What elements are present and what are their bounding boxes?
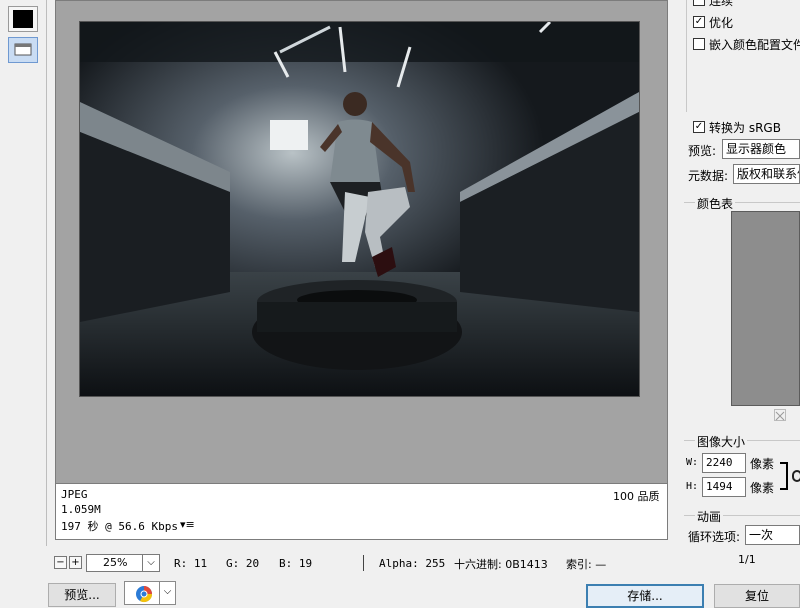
preview-label: 预览: (688, 144, 717, 158)
width-unit: 像素 (750, 457, 775, 471)
convert-srgb-label: 转换为 sRGB (709, 121, 781, 135)
browser-preview-select[interactable]: ⌵ (124, 581, 176, 605)
metadata-select[interactable]: 版权和联系信息 (733, 164, 800, 184)
slice-icon (14, 43, 32, 56)
download-time-text: 197 秒 @ 56.6 Kbps (61, 520, 178, 533)
embed-profile-checkbox[interactable] (693, 38, 705, 50)
frame-counter: 1/1 (738, 553, 756, 566)
image-size-label: 图像大小 (695, 433, 748, 450)
height-label: H: (686, 481, 699, 492)
loop-options-select[interactable]: 一次 (745, 525, 800, 545)
eyedropper-color-swatch[interactable] (8, 6, 38, 32)
quality-text: 100 品质 (613, 490, 660, 503)
color-table-label: 颜色表 (695, 195, 736, 212)
height-input[interactable]: 1494 (702, 477, 746, 497)
blue-value: B: 19 (279, 557, 313, 570)
preview-select[interactable]: 显示器颜色 (722, 139, 800, 159)
preview-image (79, 21, 640, 397)
tool-strip (0, 0, 47, 546)
info-menu-icon[interactable]: ▾≡ (180, 518, 195, 531)
embed-profile-label: 嵌入颜色配置文件 (709, 38, 800, 52)
zoom-in-button[interactable]: + (69, 556, 82, 569)
optimization-info-panel: JPEG 1.059M 197 秒 @ 56.6 Kbps ▾≡ 100 品质 (55, 484, 668, 540)
file-size-text: 1.059M (61, 503, 101, 516)
link-icon[interactable] (792, 470, 800, 482)
optimize-checkbox[interactable]: ✓ (693, 16, 705, 28)
animation-label: 动画 (695, 508, 724, 525)
browser-icon (136, 586, 153, 603)
status-separator (363, 555, 364, 571)
height-unit: 像素 (750, 481, 775, 495)
chevron-down-icon: ⌵ (142, 555, 159, 571)
color-table[interactable] (731, 211, 800, 406)
constrain-proportions-bracket (780, 462, 788, 490)
chevron-down-icon: ⌵ (159, 582, 175, 604)
interlace-checkbox[interactable] (693, 0, 705, 6)
zoom-value: 25% (103, 556, 128, 569)
preview-button[interactable]: 预览... (48, 583, 116, 607)
width-input[interactable]: 2240 (702, 453, 746, 473)
optimize-label: 优化 (709, 16, 734, 30)
settings-group-border (686, 0, 687, 112)
hex-value: 十六进制: 0B1413 (454, 558, 548, 571)
convert-srgb-checkbox[interactable]: ✓ (693, 121, 705, 133)
green-value: G: 20 (226, 557, 260, 570)
index-value: 索引: — (566, 558, 607, 571)
red-value: R: 11 (174, 557, 208, 570)
width-label: W: (686, 457, 699, 468)
interlace-label: 连续 (709, 0, 734, 8)
format-text: JPEG (61, 488, 88, 501)
zoom-out-button[interactable]: − (54, 556, 67, 569)
zoom-select[interactable]: 25% ⌵ (86, 554, 160, 572)
metadata-label: 元数据: (688, 169, 729, 183)
alpha-value: Alpha: 255 (379, 557, 446, 570)
color-table-action-icon[interactable] (774, 409, 786, 421)
toggle-slices-visibility-button[interactable] (8, 37, 38, 63)
loop-options-label: 循环选项: (688, 530, 741, 544)
